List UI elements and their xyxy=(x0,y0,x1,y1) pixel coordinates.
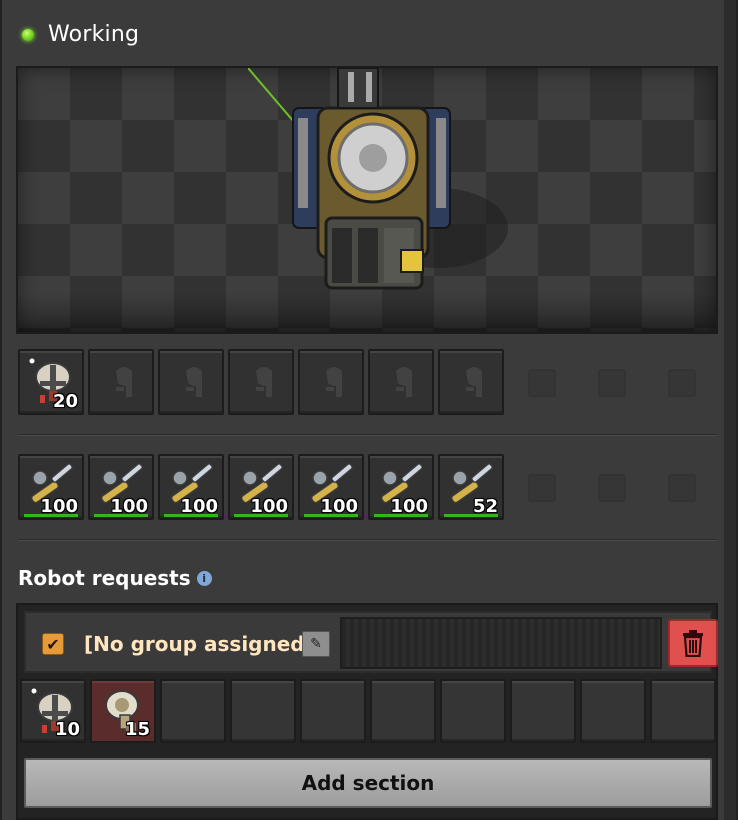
status-text: Working xyxy=(48,22,140,47)
request-slot[interactable]: 15 xyxy=(90,679,156,743)
disabled-slot xyxy=(508,454,574,520)
robot-requests-header: Robot requests i xyxy=(18,566,212,590)
robot-slot[interactable]: 20 xyxy=(18,349,84,415)
request-slot[interactable] xyxy=(580,679,646,743)
repair-slot[interactable]: 100 xyxy=(88,454,154,520)
repair-slot[interactable]: 100 xyxy=(18,454,84,520)
robot-slot[interactable] xyxy=(438,349,504,415)
edit-group-button[interactable]: ✎ xyxy=(302,631,330,657)
robot-placeholder-icon xyxy=(186,367,202,397)
repair-slot[interactable]: 100 xyxy=(298,454,364,520)
info-icon[interactable]: i xyxy=(196,570,212,586)
add-section-button[interactable]: Add section xyxy=(24,758,712,808)
robot-placeholder-icon xyxy=(466,367,482,397)
request-count: 15 xyxy=(124,719,150,740)
group-enabled-checkbox[interactable]: ✔ xyxy=(42,633,64,655)
request-slot[interactable]: 10 xyxy=(20,679,86,743)
repair-slot[interactable]: 100 xyxy=(228,454,294,520)
request-slot[interactable] xyxy=(440,679,506,743)
robot-requests-panel: ✔ [No group assigned] ✎ 10 15 Add sectio… xyxy=(16,603,718,820)
robot-slot[interactable] xyxy=(88,349,154,415)
repair-inventory: 100 100 100 100 100 100 52 xyxy=(18,454,714,520)
slot-count: 100 xyxy=(110,496,148,517)
disabled-slot xyxy=(508,349,574,415)
pencil-icon: ✎ xyxy=(310,636,322,652)
request-group-bar: ✔ [No group assigned] ✎ xyxy=(24,611,718,673)
slot-count: 100 xyxy=(320,496,358,517)
group-label: [No group assigned] xyxy=(84,632,314,656)
repair-slot[interactable]: 100 xyxy=(158,454,224,520)
robot-slot[interactable] xyxy=(158,349,224,415)
robot-requests-title: Robot requests xyxy=(18,566,191,590)
robot-slot[interactable] xyxy=(228,349,294,415)
request-slots: 10 15 xyxy=(20,679,716,743)
disabled-slot xyxy=(648,349,714,415)
divider xyxy=(18,539,716,541)
entity-preview[interactable] xyxy=(16,66,718,334)
disabled-slot xyxy=(578,454,644,520)
robot-inventory: 20 xyxy=(18,349,714,415)
request-slot[interactable] xyxy=(510,679,576,743)
request-slot[interactable] xyxy=(160,679,226,743)
disabled-slot xyxy=(578,349,644,415)
roboport-window: Working 20 100 100 100 100 100 100 52 Ro… xyxy=(0,0,738,820)
request-slot[interactable] xyxy=(370,679,436,743)
slot-count: 100 xyxy=(390,496,428,517)
status-indicator: Working xyxy=(22,22,139,47)
repair-slot[interactable]: 52 xyxy=(438,454,504,520)
robot-slot[interactable] xyxy=(298,349,364,415)
slot-count: 52 xyxy=(472,496,498,517)
window-edge xyxy=(724,0,736,820)
request-slot[interactable] xyxy=(300,679,366,743)
roboport-entity-icon xyxy=(248,68,508,290)
robot-slot[interactable] xyxy=(368,349,434,415)
slot-count: 100 xyxy=(40,496,78,517)
slot-count: 100 xyxy=(250,496,288,517)
delete-section-button[interactable] xyxy=(668,619,718,667)
robot-placeholder-icon xyxy=(256,367,272,397)
trash-icon xyxy=(683,630,703,657)
robot-placeholder-icon xyxy=(116,367,132,397)
repair-slot[interactable]: 100 xyxy=(368,454,434,520)
slot-count: 20 xyxy=(52,391,78,412)
request-slot[interactable] xyxy=(650,679,716,743)
disabled-slot xyxy=(648,454,714,520)
divider xyxy=(18,434,716,436)
request-count: 10 xyxy=(54,719,80,740)
robot-placeholder-icon xyxy=(326,367,342,397)
status-light-icon xyxy=(22,28,34,41)
slot-count: 100 xyxy=(180,496,218,517)
request-slot[interactable] xyxy=(230,679,296,743)
robot-placeholder-icon xyxy=(396,367,412,397)
group-multiplier-bar xyxy=(340,617,662,669)
